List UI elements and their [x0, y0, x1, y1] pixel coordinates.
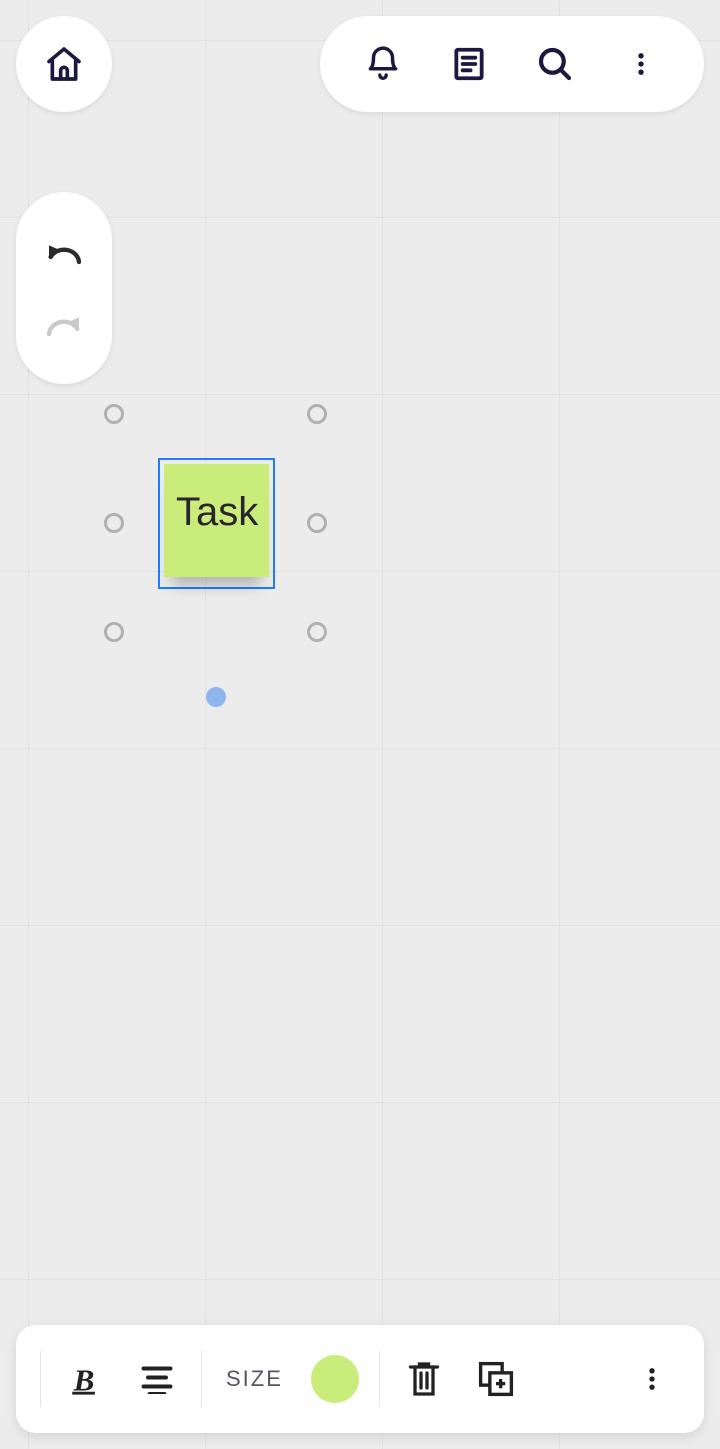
resize-handle-w[interactable] — [104, 513, 124, 533]
delete-button[interactable] — [388, 1343, 460, 1415]
trash-icon — [406, 1359, 442, 1399]
divider — [379, 1351, 380, 1407]
align-button[interactable] — [121, 1343, 193, 1415]
search-icon — [534, 43, 576, 85]
color-swatch — [311, 1355, 359, 1403]
sticky-note-selection[interactable]: Task — [158, 458, 275, 589]
size-button[interactable]: SIZE — [210, 1343, 299, 1415]
duplicate-button[interactable] — [460, 1343, 532, 1415]
top-toolbar — [320, 16, 704, 112]
divider — [40, 1351, 41, 1407]
list-icon — [450, 45, 488, 83]
color-button[interactable] — [299, 1343, 371, 1415]
undo-button[interactable] — [36, 224, 92, 280]
sticky-note[interactable]: Task — [164, 464, 269, 577]
notifications-button[interactable] — [355, 36, 411, 92]
divider — [201, 1351, 202, 1407]
home-button[interactable] — [16, 16, 112, 112]
undo-icon — [44, 237, 84, 267]
history-toolbar — [16, 192, 112, 384]
bell-icon — [364, 45, 402, 83]
more-vertical-icon — [638, 1360, 666, 1398]
redo-icon — [44, 309, 84, 339]
bold-icon: B — [68, 1362, 102, 1396]
canvas-grid[interactable] — [0, 0, 720, 1449]
resize-handle-se[interactable] — [307, 622, 327, 642]
search-button[interactable] — [527, 36, 583, 92]
bold-button[interactable]: B — [49, 1343, 121, 1415]
resize-handle-ne[interactable] — [307, 404, 327, 424]
resize-handle-nw[interactable] — [104, 404, 124, 424]
resize-handle-e[interactable] — [307, 513, 327, 533]
resize-handle-sw[interactable] — [104, 622, 124, 642]
more-button[interactable] — [613, 36, 669, 92]
sticky-note-text[interactable]: Task — [176, 490, 258, 535]
size-label: SIZE — [216, 1366, 293, 1392]
notes-list-button[interactable] — [441, 36, 497, 92]
svg-text:B: B — [73, 1362, 95, 1396]
align-center-icon — [139, 1364, 175, 1394]
duplicate-icon — [476, 1359, 516, 1399]
rotate-handle[interactable] — [206, 687, 226, 707]
toolbar-more-button[interactable] — [616, 1343, 688, 1415]
more-vertical-icon — [627, 45, 655, 83]
home-icon — [44, 44, 84, 84]
format-toolbar: B SIZE — [16, 1325, 704, 1433]
redo-button[interactable] — [36, 296, 92, 352]
